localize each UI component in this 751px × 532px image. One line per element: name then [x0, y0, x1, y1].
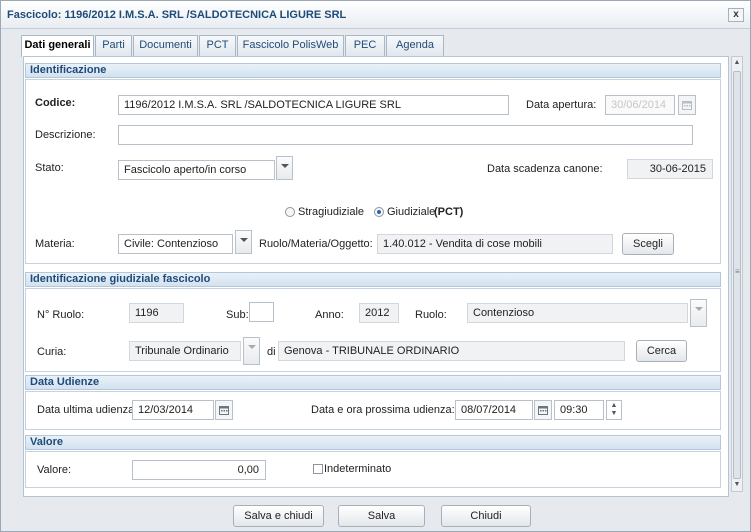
di-tribunale-field: Genova - TRIBUNALE ORDINARIO: [278, 341, 625, 361]
section-header-valore: Valore: [25, 435, 721, 450]
salva-button[interactable]: Salva: [338, 505, 425, 527]
window-title: Fascicolo: 1196/2012 I.M.S.A. SRL /SALDO…: [7, 9, 347, 21]
anno-field: 2012: [359, 303, 399, 323]
sub-label: Sub:: [226, 309, 249, 321]
stato-select[interactable]: Fascicolo aperto/in corso: [118, 160, 275, 180]
indeterminato-label: Indeterminato: [324, 463, 392, 475]
curia-dropdown-icon: [243, 337, 260, 365]
indeterminato-checkbox[interactable]: [313, 464, 323, 474]
tab-pct[interactable]: PCT: [199, 35, 236, 56]
data-apertura-field[interactable]: 30/06/2014: [605, 95, 675, 115]
radio-giudiziale[interactable]: [374, 207, 384, 217]
radio-giudiziale-pct-label: (PCT): [434, 206, 464, 218]
ruolo-materia-oggetto-label: Ruolo/Materia/Oggetto:: [259, 238, 373, 250]
close-button[interactable]: x: [728, 8, 744, 22]
section-header-udienze: Data Udienze: [25, 375, 721, 390]
tab-dati-generali[interactable]: Dati generali: [21, 35, 94, 57]
cerca-button[interactable]: Cerca: [636, 340, 687, 362]
data-scadenza-label: Data scadenza canone:: [487, 163, 603, 175]
section-header-giudiziale: Identificazione giudiziale fascicolo: [25, 272, 721, 287]
data-prossima-udienza-label: Data e ora prossima udienza:: [311, 404, 455, 416]
descrizione-label: Descrizione:: [35, 129, 96, 141]
codice-field[interactable]: 1196/2012 I.M.S.A. SRL /SALDOTECNICA LIG…: [118, 95, 509, 115]
scegli-button[interactable]: Scegli: [622, 233, 674, 255]
grip-icon: ≡: [735, 267, 740, 276]
data-apertura-calendar-icon[interactable]: [678, 95, 696, 115]
radio-giudiziale-label: Giudiziale: [387, 206, 436, 218]
curia-label: Curia:: [37, 346, 67, 358]
data-prossima-udienza-field[interactable]: 08/07/2014: [455, 400, 533, 420]
valore-label: Valore:: [37, 464, 72, 476]
codice-label: Codice:: [35, 97, 76, 109]
anno-label: Anno:: [315, 309, 344, 321]
tab-agenda[interactable]: Agenda: [386, 35, 444, 56]
vertical-scrollbar[interactable]: ▲ ≡ ▼: [731, 56, 743, 492]
tab-pec[interactable]: PEC: [345, 35, 385, 56]
data-ultima-udienza-label: Data ultima udienza:: [37, 404, 138, 416]
valore-field[interactable]: 0,00: [132, 460, 266, 480]
fascicolo-dialog: Fascicolo: 1196/2012 I.M.S.A. SRL /SALDO…: [0, 0, 751, 532]
tab-fascicolo-polisweb[interactable]: Fascicolo PolisWeb: [237, 35, 344, 56]
data-prossima-udienza-calendar-icon[interactable]: [534, 400, 552, 420]
section-header-identificazione: Identificazione: [25, 63, 721, 78]
ruolo-dropdown-icon: [690, 299, 707, 327]
radio-stragiudiziale[interactable]: [285, 207, 295, 217]
scroll-thumb[interactable]: ≡: [733, 71, 741, 479]
n-ruolo-field: 1196: [129, 303, 184, 323]
tab-documenti[interactable]: Documenti: [133, 35, 198, 56]
title-bar: Fascicolo: 1196/2012 I.M.S.A. SRL /SALDO…: [1, 1, 750, 29]
sub-field[interactable]: [249, 302, 274, 322]
materia-select[interactable]: Civile: Contenzioso: [118, 234, 233, 254]
data-ultima-udienza-calendar-icon[interactable]: [215, 400, 233, 420]
ruolo-label: Ruolo:: [415, 309, 447, 321]
materia-dropdown-icon[interactable]: [235, 230, 252, 254]
ora-prossima-udienza-field[interactable]: 09:30: [554, 400, 604, 420]
ruolo-select: Contenzioso: [467, 303, 688, 323]
stato-label: Stato:: [35, 162, 64, 174]
data-apertura-label: Data apertura:: [526, 99, 597, 111]
scroll-up-arrow-icon[interactable]: ▲: [732, 57, 742, 69]
tab-parti[interactable]: Parti: [95, 35, 132, 56]
stato-dropdown-icon[interactable]: [276, 156, 293, 180]
chiudi-button[interactable]: Chiudi: [441, 505, 531, 527]
di-label: di: [267, 346, 276, 358]
data-ultima-udienza-field[interactable]: 12/03/2014: [132, 400, 214, 420]
data-scadenza-field: 30-06-2015: [627, 159, 713, 179]
n-ruolo-label: N° Ruolo:: [37, 309, 85, 321]
materia-label: Materia:: [35, 238, 75, 250]
radio-stragiudiziale-label: Stragiudiziale: [298, 206, 365, 218]
ruolo-materia-oggetto-field: 1.40.012 - Vendita di cose mobili: [377, 234, 613, 254]
descrizione-field[interactable]: [118, 125, 693, 145]
salva-e-chiudi-button[interactable]: Salva e chiudi: [233, 505, 324, 527]
scroll-down-arrow-icon[interactable]: ▼: [732, 479, 742, 491]
ora-spinner-icon[interactable]: ▲ ▼: [606, 400, 622, 420]
curia-select: Tribunale Ordinario: [129, 341, 241, 361]
